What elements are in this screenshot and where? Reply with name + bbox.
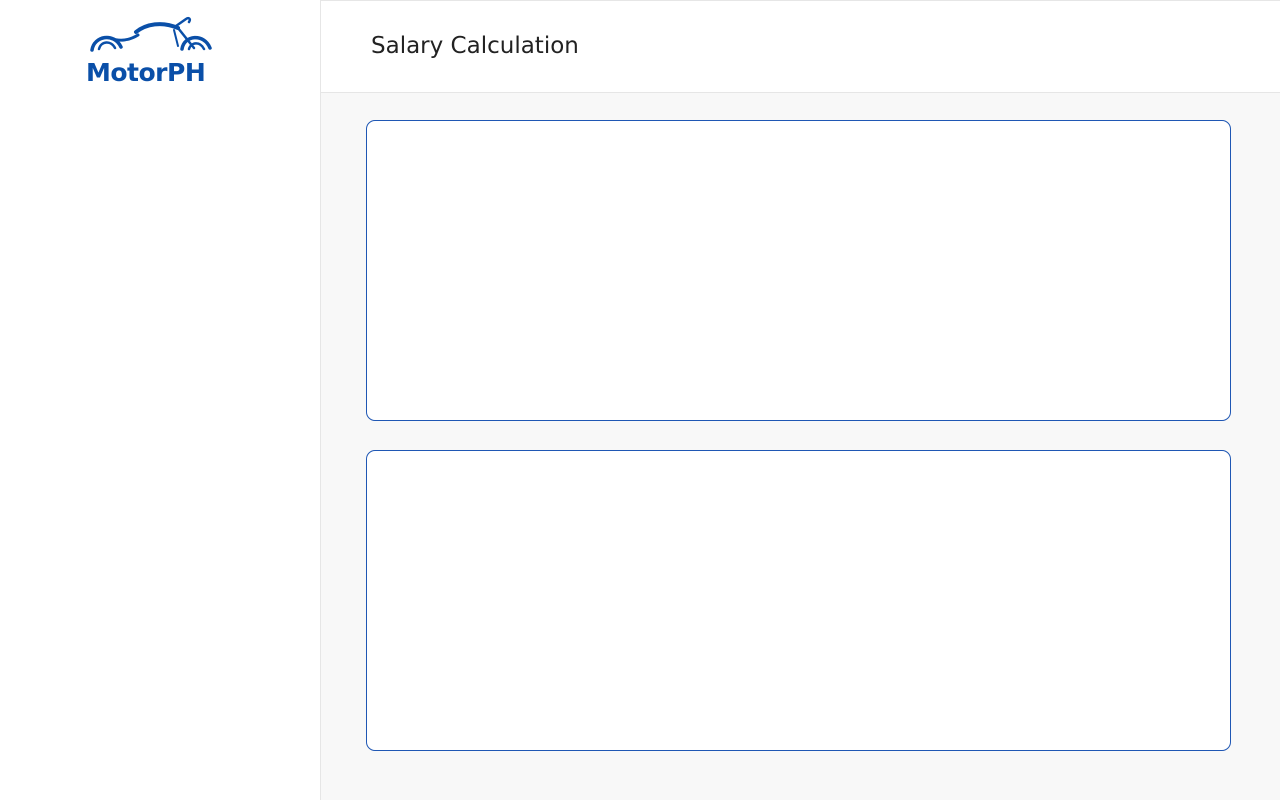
main-content bbox=[321, 93, 1280, 800]
page-title: Salary Calculation bbox=[371, 33, 579, 59]
page-header: Salary Calculation bbox=[321, 0, 1280, 93]
brand-logo[interactable]: MotorPH bbox=[86, 14, 216, 90]
salary-card-bottom bbox=[366, 450, 1231, 751]
sidebar: MotorPH bbox=[0, 0, 321, 800]
app-window: MotorPH Salary Calculation bbox=[0, 0, 1280, 800]
motorcycle-icon bbox=[90, 16, 212, 52]
salary-card-top bbox=[366, 120, 1231, 421]
brand-name: MotorPH bbox=[86, 58, 206, 87]
